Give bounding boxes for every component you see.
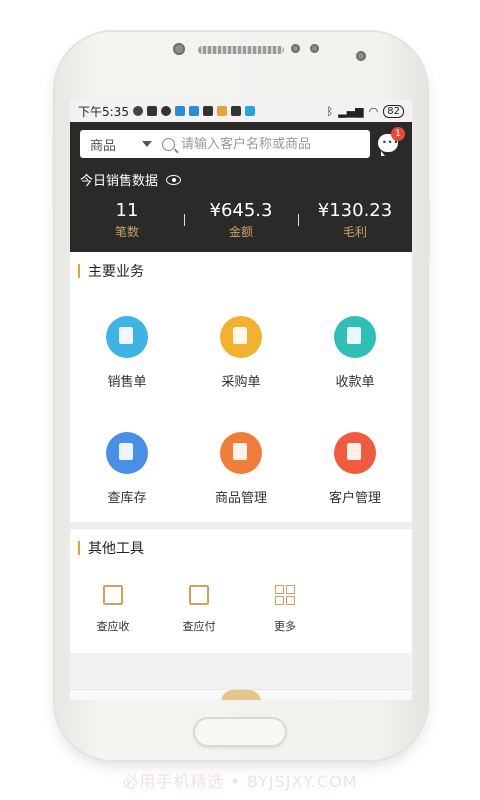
app-notification-icon [188,106,199,116]
app-notification-icon [174,106,185,116]
volume-button [52,140,56,210]
tool-label: 查应收 [96,620,130,633]
message-badge: 1 [391,127,405,141]
home-button[interactable] [193,717,287,747]
app-notification-icon [216,106,227,116]
upload-icon [146,106,157,116]
sensor-left [291,44,300,53]
stat-amount[interactable]: ¥645.3 金额 [184,200,298,240]
receivable-search-icon [103,585,123,605]
payable-search-icon [189,585,209,605]
app-screen: 下午5:35 ᛒ ▂▄▆ ◠ 82 商品 ••• 1 [70,100,412,700]
status-time: 下午5:35 [78,104,129,119]
tool-item-more[interactable]: 更多 [242,567,328,653]
stat-value: ¥645.3 [209,200,273,221]
section-divider [70,522,412,529]
shield-icon [202,106,213,116]
shopping-bag-icon [220,432,262,474]
wechat-icon [132,106,143,116]
section-accent-bar [78,264,80,278]
main-business-section: 主要业务 销售单 采购单 收款单 查库存 商品管理 客户管理 [70,252,412,522]
wifi-icon: ◠ [368,104,379,118]
business-item-label: 查库存 [107,491,147,506]
business-item-label: 商品管理 [214,491,267,506]
stat-label: 笔数 [114,225,139,239]
business-item-inventory[interactable]: 查库存 [70,406,184,522]
purchase-order-icon [220,316,262,358]
stat-label: 金额 [228,225,253,239]
warehouse-icon [106,432,148,474]
section-accent-bar [78,541,80,555]
business-item-label: 采购单 [221,375,261,390]
sales-order-icon [106,316,148,358]
power-button [426,200,430,260]
business-item-label: 收款单 [335,375,375,390]
business-item-products[interactable]: 商品管理 [184,406,298,522]
battery-indicator: 82 [383,104,404,118]
sensor-right [310,44,319,53]
search-icon [162,137,175,151]
business-item-receipt[interactable]: 收款单 [298,290,412,406]
business-item-label: 销售单 [107,375,147,390]
section-title: 其他工具 [70,529,412,567]
check-icon [160,106,171,116]
other-tools-section: 其他工具 查应收 查应付 更多 [70,529,412,653]
tool-label: 查应付 [182,620,216,633]
business-item-label: 客户管理 [328,491,381,506]
signal-icon: ▂▄▆ [338,104,364,118]
sales-stats: 11 笔数 ¥645.3 金额 ¥130.23 毛利 [70,200,412,240]
eye-icon[interactable] [166,174,182,185]
stat-profit[interactable]: ¥130.23 毛利 [298,200,412,240]
business-item-customers[interactable]: 客户管理 [298,406,412,522]
business-grid: 销售单 采购单 收款单 查库存 商品管理 客户管理 [70,290,412,522]
earpiece-speaker [198,46,284,54]
today-sales-title: 今日销售数据 [80,170,182,189]
tools-row: 查应收 查应付 更多 [70,567,412,653]
front-camera [173,43,185,55]
bottom-tab-bar[interactable] [70,689,412,700]
rear-sensor [356,51,366,61]
bluetooth-icon: ᛒ [326,104,334,118]
today-sales-label: 今日销售数据 [80,174,159,189]
search-category-select[interactable]: 商品 [80,135,142,154]
stat-label: 毛利 [342,225,367,239]
sales-header: 商品 ••• 1 今日销售数据 11 笔数 ¥645.3 金额 ¥130.23 … [70,122,412,252]
section-title: 主要业务 [70,252,412,290]
tool-item-receivable[interactable]: 查应收 [70,567,156,653]
status-bar: 下午5:35 ᛒ ▂▄▆ ◠ 82 [70,100,412,122]
watermark: 必用手机精选 • BYJSJXY.COM [122,772,358,791]
stat-count[interactable]: 11 笔数 [70,200,184,240]
grid-more-icon [275,585,295,605]
chevron-down-icon[interactable] [142,141,152,147]
center-tab-button[interactable] [221,690,261,700]
business-item-sales-order[interactable]: 销售单 [70,290,184,406]
receipt-icon [334,316,376,358]
app-notification-icon [230,106,241,116]
search-input[interactable] [179,135,363,153]
customer-icon [334,432,376,474]
tool-label: 更多 [274,620,296,633]
tool-item-payable[interactable]: 查应付 [156,567,242,653]
app-notification-icon [244,106,255,116]
message-bubble-icon[interactable]: ••• 1 [378,127,405,156]
stat-value: ¥130.23 [317,200,393,221]
search-bar: 商品 [80,130,370,158]
stat-value: 11 [115,200,139,221]
business-item-purchase-order[interactable]: 采购单 [184,290,298,406]
